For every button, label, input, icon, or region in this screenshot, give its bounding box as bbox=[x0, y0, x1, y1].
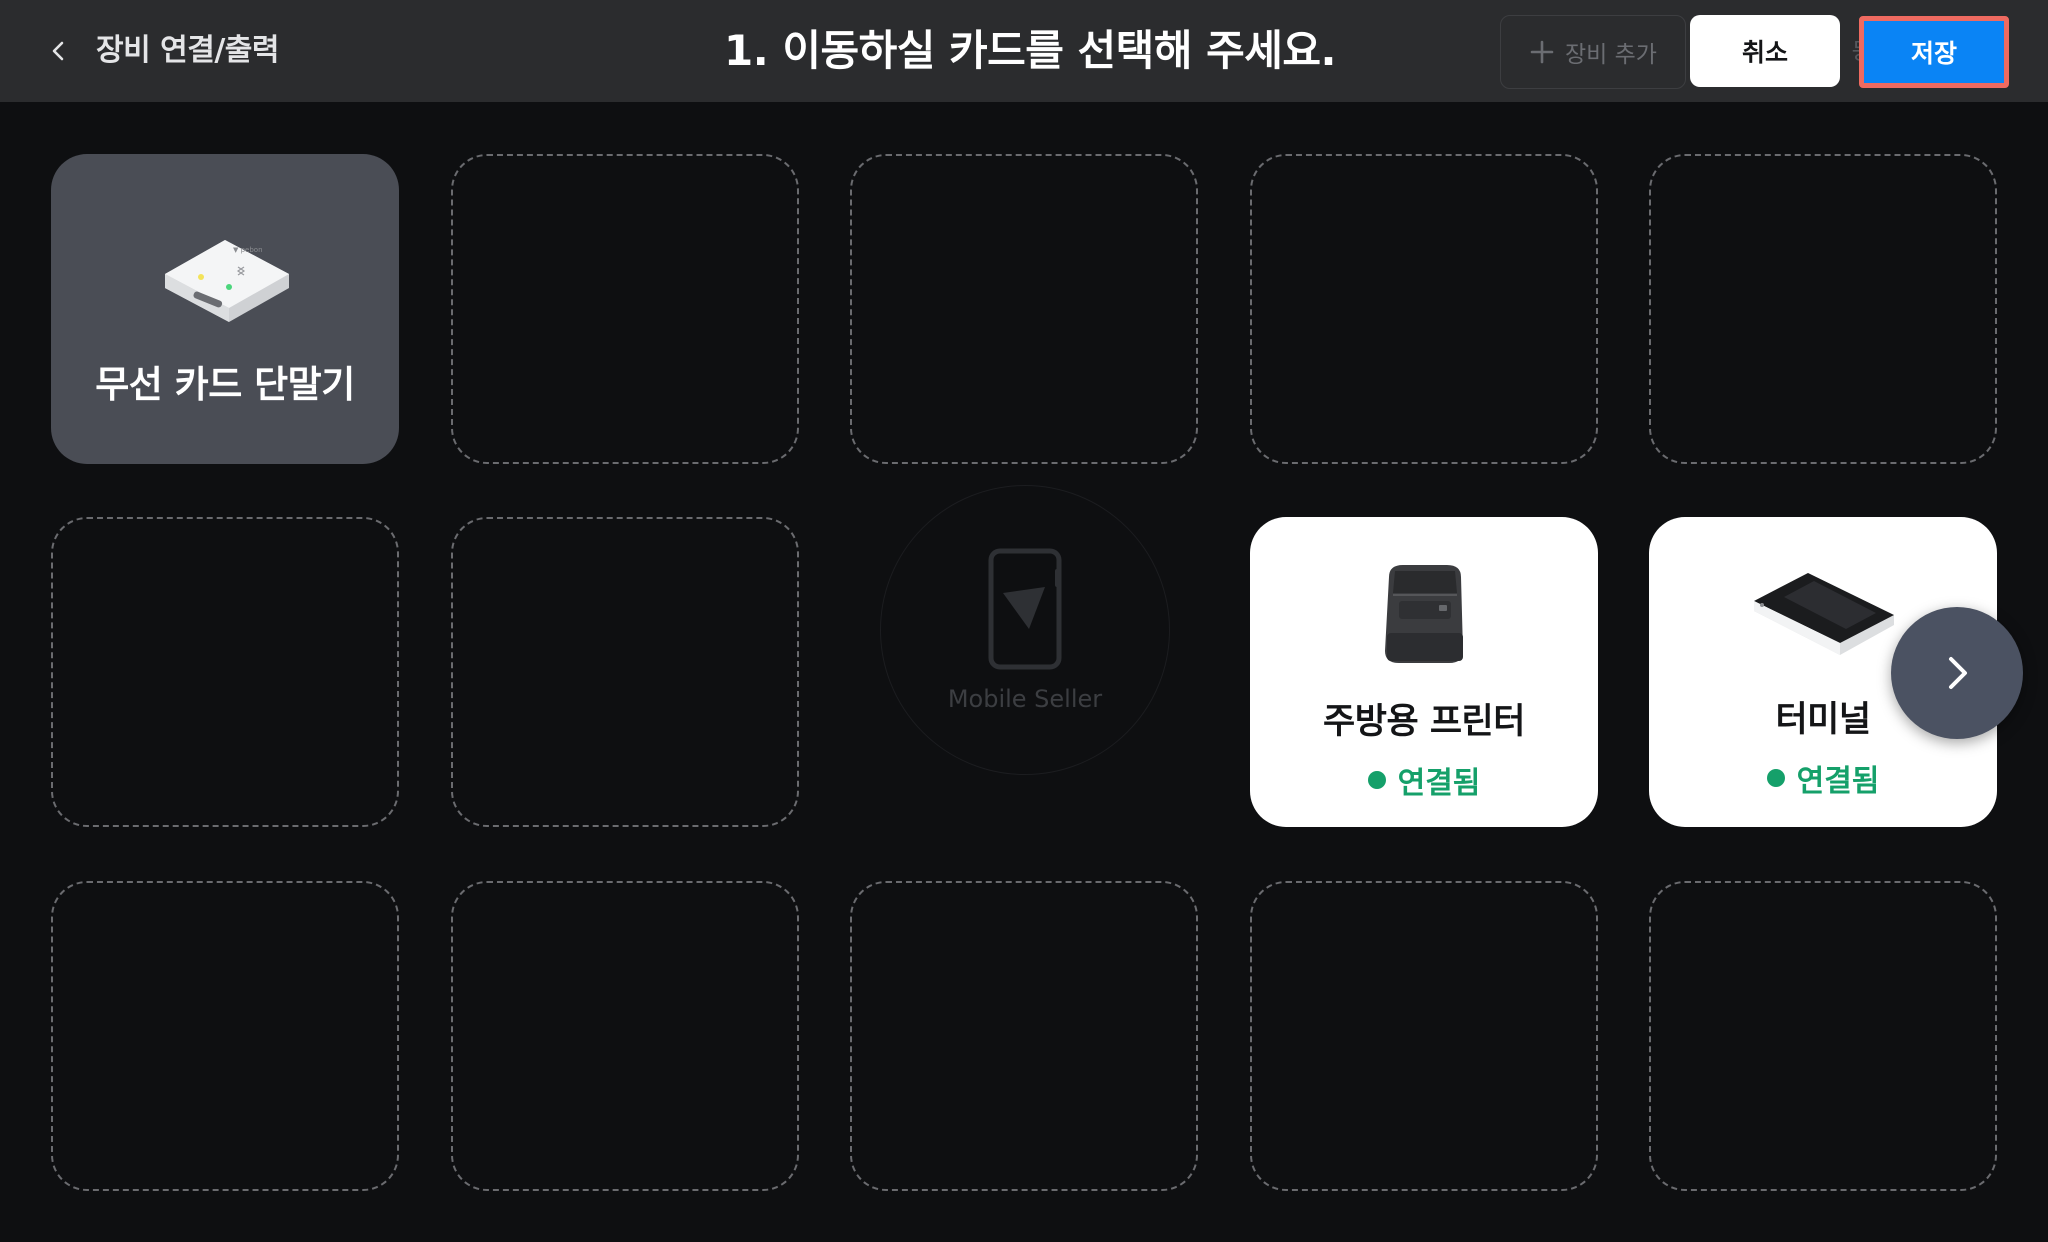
device-name: 주방용 프린터 bbox=[1323, 702, 1525, 742]
next-page-button[interactable] bbox=[1891, 607, 2023, 739]
empty-slot[interactable] bbox=[850, 154, 1198, 464]
plus-icon bbox=[1530, 40, 1554, 64]
back-button[interactable] bbox=[36, 28, 82, 74]
add-device-label: 장비 추가 bbox=[1565, 42, 1657, 68]
payment-terminal-icon bbox=[1754, 573, 1894, 655]
instruction-text: 1. 이동하실 카드를 선택해 주세요. bbox=[724, 26, 1336, 75]
chevron-left-icon bbox=[52, 41, 64, 61]
mobile-seller-center: Mobile Seller bbox=[880, 485, 1170, 775]
status-text: 연결됨 bbox=[1397, 766, 1481, 801]
page-title: 장비 연결/출력 bbox=[96, 33, 280, 68]
mobile-seller-label: Mobile Seller bbox=[947, 685, 1103, 713]
empty-slot[interactable] bbox=[451, 881, 799, 1191]
device-name: 무선 카드 단말기 bbox=[95, 363, 355, 406]
chevron-right-icon bbox=[1949, 657, 1967, 689]
kitchen-printer-icon bbox=[1385, 565, 1463, 663]
device-card-kitchen-printer[interactable]: 주방용 프린터 연결됨 bbox=[1250, 517, 1598, 827]
status-badge: 연결됨 bbox=[1766, 756, 1880, 800]
add-device-button[interactable]: 장비 추가 bbox=[1500, 15, 1686, 89]
svg-text:▼ pebon: ▼ pebon bbox=[233, 246, 263, 254]
top-bar: 장비 연결/출력 1. 이동하실 카드를 선택해 주세요. 장비 추가 등록 취… bbox=[0, 0, 2048, 102]
mobile-seller-icon bbox=[988, 548, 1062, 670]
status-text: 연결됨 bbox=[1796, 764, 1880, 799]
empty-slot[interactable] bbox=[850, 881, 1198, 1191]
empty-slot[interactable] bbox=[1649, 881, 1997, 1191]
empty-slot[interactable] bbox=[1250, 881, 1598, 1191]
connected-dot-icon bbox=[1367, 771, 1386, 789]
save-button[interactable]: 저장 bbox=[1864, 21, 2004, 83]
empty-slot[interactable] bbox=[1250, 154, 1598, 464]
empty-slot[interactable] bbox=[1649, 154, 1997, 464]
device-name: 터미널 bbox=[1775, 700, 1871, 740]
empty-slot[interactable] bbox=[51, 881, 399, 1191]
empty-slot[interactable] bbox=[451, 154, 799, 464]
empty-slot[interactable] bbox=[51, 517, 399, 827]
cancel-button[interactable]: 취소 bbox=[1690, 15, 1840, 87]
save-button-highlight: 저장 bbox=[1859, 16, 2009, 88]
empty-slot[interactable] bbox=[451, 517, 799, 827]
device-card-wireless-reader[interactable]: ▼ pebon 무선 카드 단말기 bbox=[51, 154, 399, 464]
status-badge: 연결됨 bbox=[1367, 758, 1481, 802]
connected-dot-icon bbox=[1766, 769, 1785, 787]
wireless-card-reader-icon: ▼ pebon bbox=[165, 240, 289, 322]
